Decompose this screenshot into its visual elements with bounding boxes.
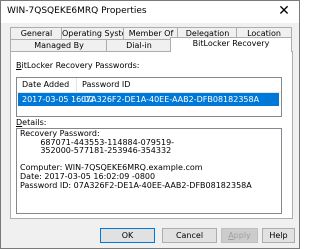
details-label-text: etails:	[22, 118, 47, 127]
column-password-id[interactable]: Password ID	[77, 78, 281, 92]
properties-dialog: WIN-7QSQEKE6MRQ Properties ✕ General Ope…	[0, 0, 300, 249]
row-password-id: 07A326F2-DE1A-40EE-AAB2-DFB08182358A	[81, 95, 260, 104]
title-bar[interactable]: WIN-7QSQEKE6MRQ Properties ✕	[1, 1, 299, 23]
details-textbox[interactable]: Recovery Password: 687071-443553-114884-…	[16, 128, 282, 214]
details-label: Details:	[16, 118, 46, 127]
cancel-button[interactable]: Cancel	[162, 228, 217, 243]
list-header: Date Added Password ID	[17, 78, 281, 93]
list-item[interactable]: 2017-03-05 16:02 07A326F2-DE1A-40EE-AAB2…	[18, 93, 279, 106]
passwords-label-text: itLocker Recovery Passwords:	[21, 61, 140, 70]
tab-bitlocker-recovery[interactable]: BitLocker Recovery	[170, 37, 292, 52]
window-title: WIN-7QSQEKE6MRQ Properties	[7, 6, 147, 16]
details-text: Recovery Password: 687071-443553-114884-…	[20, 129, 252, 190]
close-icon[interactable]: ✕	[269, 1, 299, 23]
passwords-label: BitLocker Recovery Passwords:	[16, 61, 139, 70]
column-date-added[interactable]: Date Added	[17, 78, 77, 92]
help-button[interactable]: Help	[262, 228, 295, 243]
recovery-passwords-list[interactable]: Date Added Password ID 2017-03-05 16:02 …	[16, 77, 282, 117]
apply-text: pply	[233, 231, 251, 240]
ok-button[interactable]: OK	[100, 228, 155, 243]
apply-button[interactable]: Apply	[221, 228, 258, 243]
